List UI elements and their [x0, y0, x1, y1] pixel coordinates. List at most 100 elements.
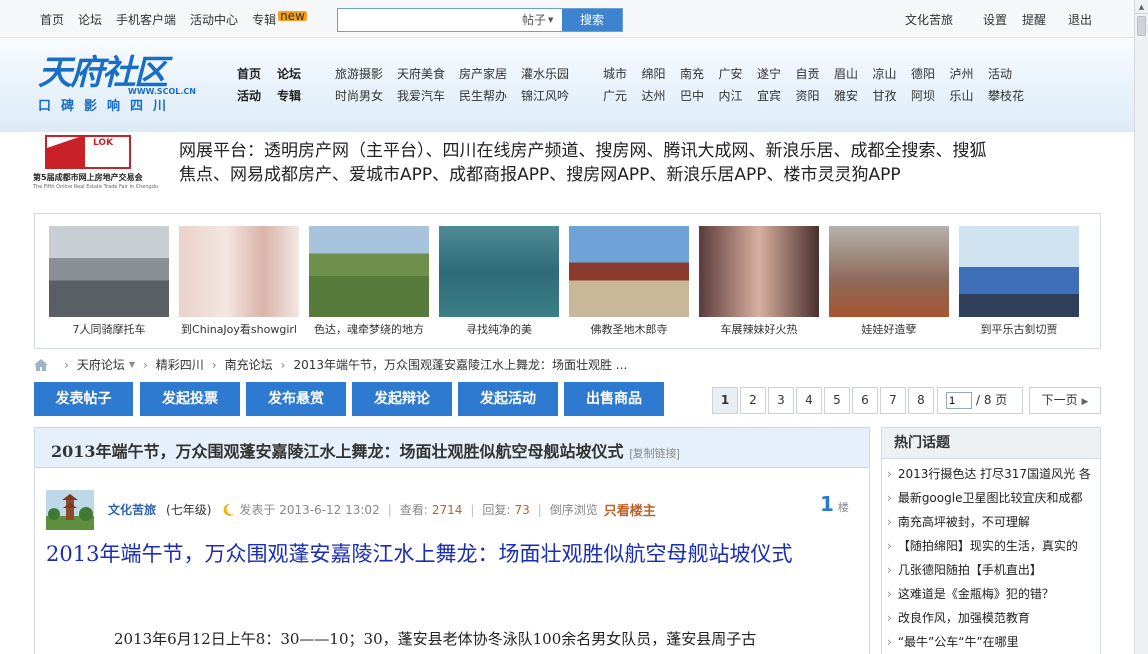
photo-river[interactable] [439, 226, 559, 317]
breadcrumb-board[interactable]: 南充论坛 [225, 356, 273, 373]
page-7[interactable]: 7 [880, 387, 906, 414]
top-link-home[interactable]: 首页 [40, 11, 64, 28]
nav-topic-travel[interactable]: 旅游摄影 [335, 63, 397, 85]
photo-caption[interactable]: 佛教圣地木郎寺 [569, 321, 689, 337]
remind-link[interactable]: 提醒 [1022, 11, 1046, 28]
page-3[interactable]: 3 [768, 387, 794, 414]
copy-link-button[interactable]: [复制链接] [630, 448, 680, 460]
nav-city[interactable]: 资阳 [796, 85, 835, 107]
top-link-mobile[interactable]: 手机客户端 [116, 11, 176, 28]
hot-topic-item[interactable]: “最牛”公车“牛”在哪里 [887, 630, 1097, 654]
nav-city[interactable]: 宜宾 [757, 85, 796, 107]
hot-topic-item[interactable]: 改良作风，加强模范教育 [887, 606, 1097, 630]
nav-topic-water[interactable]: 灌水乐园 [521, 63, 569, 85]
post-author[interactable]: 文化苦旅 [108, 501, 156, 518]
home-icon[interactable] [34, 358, 48, 371]
photo-card[interactable]: 娃娃好造孽 [829, 226, 949, 337]
photo-card[interactable]: 车展辣妹好火热 [699, 226, 819, 337]
logout-link[interactable]: 退出 [1068, 11, 1092, 28]
page-2[interactable]: 2 [740, 387, 766, 414]
photo-temple[interactable] [569, 226, 689, 317]
photo-card[interactable]: 佛教圣地木郎寺 [569, 226, 689, 337]
breadcrumb-forum[interactable]: 天府论坛 [77, 356, 125, 373]
avatar[interactable] [46, 490, 94, 530]
search-button[interactable]: 搜索 [562, 9, 622, 31]
nav-city[interactable]: 广安 [719, 63, 758, 85]
site-logo[interactable]: 天府社区 WWW.SCOL.CN 口碑影响四川 [38, 55, 196, 115]
photo-card[interactable]: 7人同骑摩托车 [49, 226, 169, 337]
nav-home[interactable]: 首页 [237, 63, 277, 85]
photo-carshow[interactable] [699, 226, 819, 317]
nav-city[interactable]: 城市 [603, 63, 642, 85]
new-activity-button[interactable]: 发起活动 [458, 382, 558, 416]
top-link-events[interactable]: 活动中心 [190, 11, 238, 28]
nav-city[interactable]: 南充 [680, 63, 719, 85]
nav-city[interactable]: 活动 [988, 63, 1027, 85]
hot-topic-item[interactable]: 最新google卫星图比较宜庆和成都 [887, 486, 1097, 510]
photo-card[interactable]: 到平乐古釗切贾 [959, 226, 1079, 337]
page-8[interactable]: 8 [908, 387, 934, 414]
page-4[interactable]: 4 [796, 387, 822, 414]
house-fair-banner[interactable]: LOK 第5届成都市网上房地产交易会 The Fifth Online Real… [33, 133, 993, 193]
nav-city[interactable]: 自贡 [796, 63, 835, 85]
photo-caption[interactable]: 到平乐古釗切贾 [959, 321, 1079, 337]
nav-city[interactable]: 泸州 [950, 63, 989, 85]
floor-number[interactable]: 1楼 [820, 492, 849, 516]
nav-topic-fashion[interactable]: 时尚男女 [335, 85, 397, 107]
only-op-link[interactable]: 只看楼主 [604, 500, 656, 519]
new-reward-button[interactable]: 发布悬赏 [246, 382, 346, 416]
new-post-button[interactable]: 发表帖子 [34, 382, 133, 416]
search-scope-select[interactable]: 帖子 ▼ [522, 9, 562, 31]
nav-city[interactable]: 眉山 [834, 63, 873, 85]
search-input[interactable] [338, 9, 522, 31]
hot-topic-item[interactable]: 2013行摄色达 打尽317国道风光 各 [887, 462, 1097, 486]
nav-topic-food[interactable]: 天府美食 [397, 63, 459, 85]
nav-topic-house[interactable]: 房产家居 [459, 63, 521, 85]
photo-card[interactable]: 寻找纯净的美 [439, 226, 559, 337]
breadcrumb-section[interactable]: 精彩四川 [156, 356, 204, 373]
scroll-up-icon[interactable]: ▲ [1135, 0, 1148, 14]
nav-city[interactable]: 内江 [719, 85, 758, 107]
chevron-down-icon[interactable]: ▼ [129, 360, 135, 369]
photo-caption[interactable]: 7人同骑摩托车 [49, 321, 169, 337]
photo-motorbike[interactable] [49, 226, 169, 317]
scroll-thumb[interactable] [1137, 16, 1146, 36]
nav-forum[interactable]: 论坛 [277, 63, 301, 85]
nav-albums[interactable]: 专辑 [277, 85, 301, 107]
photo-seda[interactable] [309, 226, 429, 317]
new-poll-button[interactable]: 发起投票 [140, 382, 240, 416]
photo-card[interactable]: 到ChinaJoy看showgirl [179, 226, 299, 337]
nav-topic-car[interactable]: 我爱汽车 [397, 85, 459, 107]
top-link-albums[interactable]: 专辑 new [252, 10, 307, 28]
hot-topic-item[interactable]: 几张德阳随拍【手机直出】 [887, 558, 1097, 582]
photo-caption[interactable]: 车展辣妹好火热 [699, 321, 819, 337]
photo-caption[interactable]: 娃娃好造孽 [829, 321, 949, 337]
photo-caption[interactable]: 寻找纯净的美 [439, 321, 559, 337]
new-debate-button[interactable]: 发起辩论 [352, 382, 452, 416]
nav-city[interactable]: 德阳 [911, 63, 950, 85]
nav-city[interactable]: 凉山 [873, 63, 912, 85]
nav-city[interactable]: 绵阳 [642, 63, 681, 85]
nav-city[interactable]: 遂宁 [757, 63, 796, 85]
nav-events[interactable]: 活动 [237, 85, 277, 107]
nav-city[interactable]: 攀枝花 [988, 85, 1038, 107]
page-jump-input[interactable] [946, 392, 972, 409]
nav-city[interactable]: 巴中 [680, 85, 719, 107]
nav-city[interactable]: 甘孜 [873, 85, 912, 107]
photo-card[interactable]: 色达，魂牵梦绕的地方 [309, 226, 429, 337]
nav-city[interactable]: 乐山 [950, 85, 989, 107]
sell-item-button[interactable]: 出售商品 [564, 382, 664, 416]
settings-link[interactable]: 设置 [983, 11, 1007, 28]
nav-city[interactable]: 阿坝 [911, 85, 950, 107]
hot-topic-item[interactable]: 【随拍绵阳】现实的生活，真实的 [887, 534, 1097, 558]
photo-child[interactable] [829, 226, 949, 317]
photo-caption[interactable]: 色达，魂牵梦绕的地方 [309, 321, 429, 337]
nav-city[interactable]: 雅安 [834, 85, 873, 107]
page-6[interactable]: 6 [852, 387, 878, 414]
nav-city[interactable]: 达州 [642, 85, 681, 107]
reverse-order-link[interactable]: 倒序浏览 [550, 501, 598, 518]
vertical-scrollbar[interactable]: ▲ [1134, 0, 1148, 654]
page-5[interactable]: 5 [824, 387, 850, 414]
user-link[interactable]: 文化苦旅 [905, 11, 953, 28]
nav-city[interactable]: 广元 [603, 85, 642, 107]
